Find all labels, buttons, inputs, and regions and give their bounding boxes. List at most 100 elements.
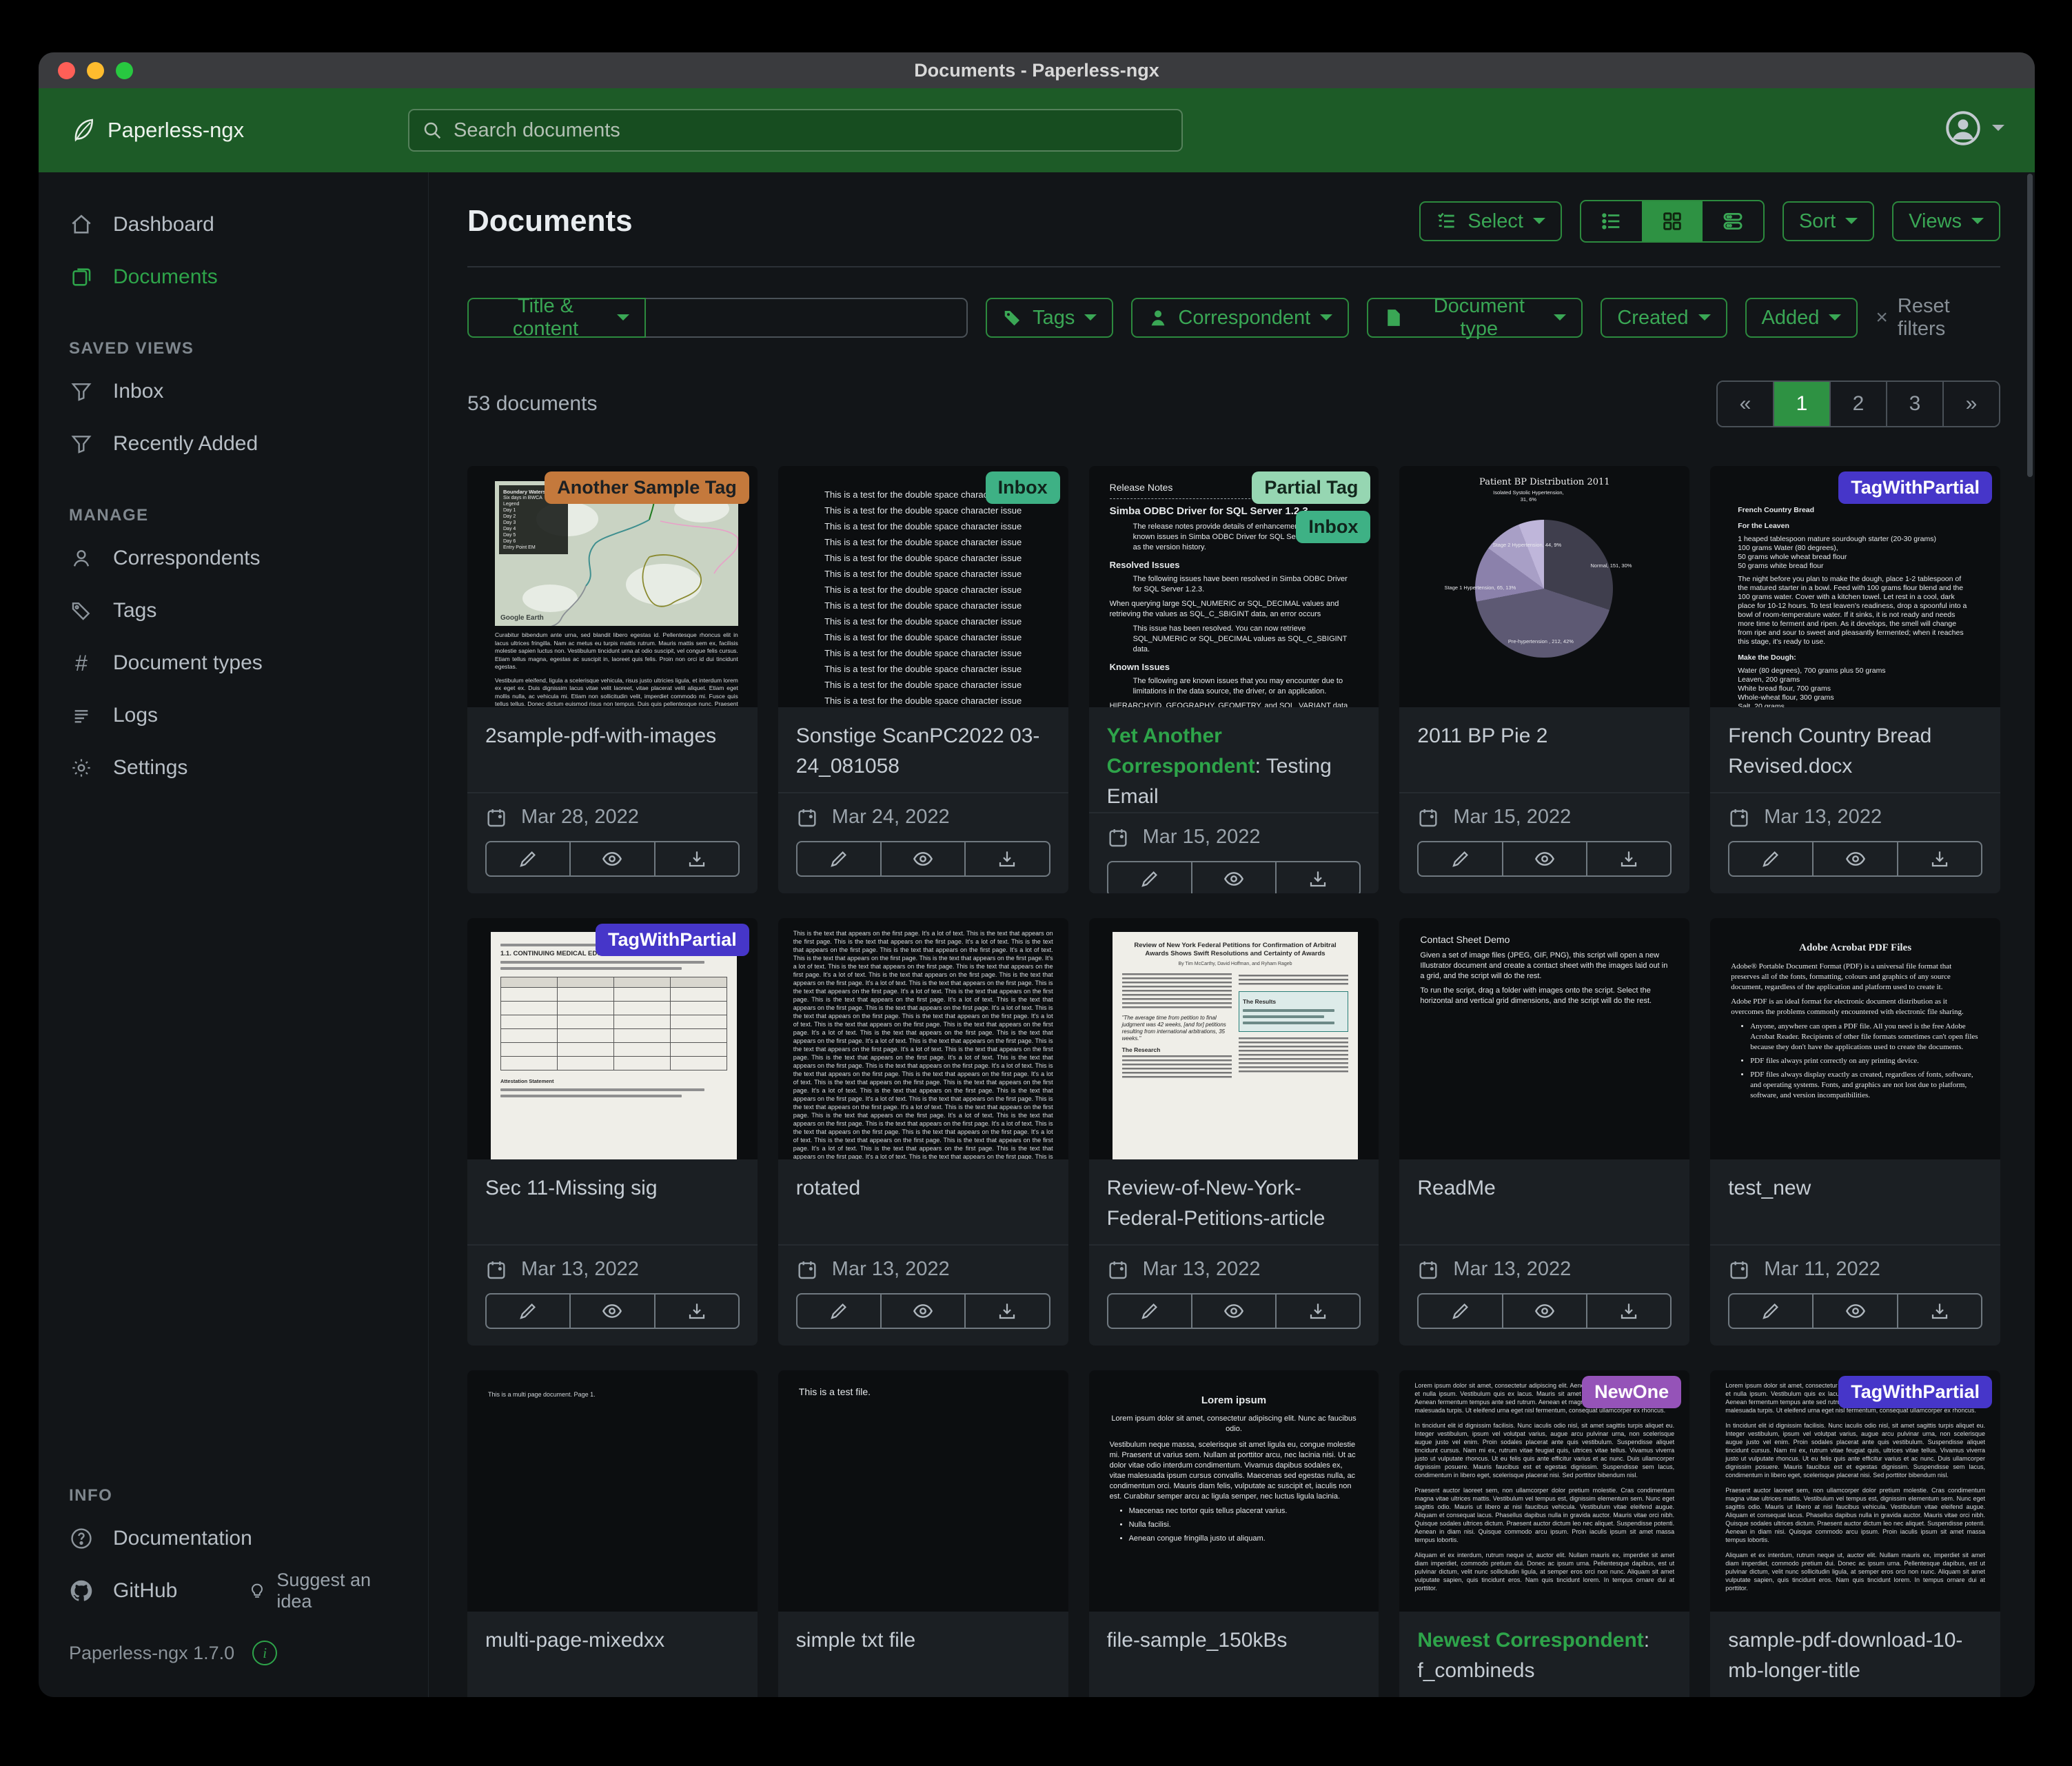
edit-button[interactable] [796,1293,882,1329]
views-button[interactable]: Views [1892,201,2000,241]
edit-button[interactable] [485,1293,571,1329]
download-button[interactable] [654,1293,740,1329]
download-button[interactable] [1897,1293,1982,1329]
sidebar-item-suggest-idea[interactable]: Suggest an idea [247,1570,407,1612]
document-thumbnail[interactable]: Review of New York Federal Petitions for… [1089,918,1379,1159]
list-view-button[interactable] [1581,201,1642,241]
pagination-page-3[interactable]: 3 [1886,382,1942,426]
tag-badge[interactable]: TagWithPartial [1838,1376,1992,1408]
document-title[interactable]: Yet Another Correspondent: Testing Email [1107,721,1361,812]
document-title[interactable]: French Country Bread Revised.docx [1728,721,1982,782]
edit-button[interactable] [1107,861,1192,893]
view-button[interactable] [569,841,655,877]
sidebar-item-correspondents[interactable]: Correspondents [69,532,407,585]
download-button[interactable] [964,1293,1050,1329]
filter-document-type-button[interactable]: Document type [1367,298,1583,338]
sidebar-item-dashboard[interactable]: Dashboard [69,199,407,251]
global-search[interactable] [408,109,1183,152]
view-button[interactable] [880,841,966,877]
edit-button[interactable] [1417,1293,1503,1329]
edit-button[interactable] [1728,841,1814,877]
sort-button[interactable]: Sort [1782,201,1874,241]
tag-badge[interactable]: NewOne [1582,1376,1681,1408]
document-thumbnail[interactable]: This is the text that appears on the fir… [778,918,1068,1159]
edit-button[interactable] [1728,1293,1814,1329]
document-title[interactable]: rotated [796,1173,1050,1204]
document-thumbnail[interactable]: Contact Sheet DemoGiven a set of image f… [1399,918,1689,1159]
scrollbar-thumb[interactable] [2027,174,2033,477]
document-title[interactable]: 2sample-pdf-with-images [485,721,740,751]
sidebar-item-logs[interactable]: Logs [69,689,407,742]
detail-view-button[interactable] [1703,201,1763,241]
document-thumbnail[interactable]: TagWithPartial Lorem ipsum dolor sit ame… [1710,1370,2000,1612]
grid-view-button[interactable] [1642,201,1703,241]
user-avatar[interactable] [1945,110,1981,146]
pagination-prev[interactable]: « [1718,382,1773,426]
tag-badge[interactable]: TagWithPartial [1838,471,1992,504]
document-title[interactable]: file-sample_150kBs [1107,1625,1361,1656]
document-title[interactable]: Review-of-New-York-Federal-Petitions-art… [1107,1173,1361,1234]
info-icon[interactable]: i [252,1641,277,1665]
document-title[interactable]: ReadMe [1417,1173,1672,1204]
tag-badge[interactable]: TagWithPartial [596,924,749,956]
download-button[interactable] [1586,841,1672,877]
document-title[interactable]: Sonstige ScanPC2022 03-24_081058 [796,721,1050,782]
pagination-page-2[interactable]: 2 [1829,382,1886,426]
document-thumbnail[interactable]: Partial TagInbox Release NotesSimba ODBC… [1089,466,1379,707]
view-button[interactable] [880,1293,966,1329]
document-title[interactable]: Sec 11-Missing sig [485,1173,740,1204]
tag-badge[interactable]: Inbox [1296,511,1370,543]
document-thumbnail[interactable]: Patient BP Distribution 2011Normal, 151,… [1399,466,1689,707]
select-button[interactable]: Select [1419,201,1562,241]
pagination-page-1[interactable]: 1 [1773,382,1829,426]
sidebar-item-document-types[interactable]: # Document types [69,637,407,689]
tag-badge[interactable]: Partial Tag [1252,471,1370,504]
download-button[interactable] [1275,861,1361,893]
view-button[interactable] [1502,1293,1587,1329]
document-title[interactable]: multi-page-mixedxx [485,1625,740,1656]
download-button[interactable] [654,841,740,877]
filter-created-button[interactable]: Created [1601,298,1727,338]
tag-badge[interactable]: Another Sample Tag [545,471,749,504]
document-title[interactable]: sample-pdf-download-10-mb-longer-title [1728,1625,1982,1686]
reset-filters-button[interactable]: × Reset filters [1876,295,2000,341]
document-title[interactable]: Newest Correspondent: f_combineds [1417,1625,1672,1686]
document-title[interactable]: 2011 BP Pie 2 [1417,721,1672,751]
document-thumbnail[interactable]: TagWithPartial French Country BreadFor t… [1710,466,2000,707]
edit-button[interactable] [1107,1293,1192,1329]
sidebar-item-tags[interactable]: Tags [69,585,407,637]
filter-field-button[interactable]: Title & content [467,298,646,338]
download-button[interactable] [964,841,1050,877]
edit-button[interactable] [796,841,882,877]
app-logo[interactable]: Paperless-ngx [69,116,244,144]
document-thumbnail[interactable]: Inbox This is a test for the double spac… [778,466,1068,707]
view-button[interactable] [1812,841,1898,877]
document-thumbnail[interactable]: TagWithPartial 1.1. CONTINUING MEDICAL E… [467,918,758,1159]
correspondent-link[interactable]: Newest Correspondent [1417,1629,1643,1652]
filter-query-input[interactable] [646,298,968,338]
edit-button[interactable] [1417,841,1503,877]
document-thumbnail[interactable]: Another Sample Tag Boundary Waters TripS… [467,466,758,707]
document-title[interactable]: simple txt file [796,1625,1050,1656]
pagination-next[interactable]: » [1942,382,1999,426]
view-button[interactable] [569,1293,655,1329]
download-button[interactable] [1897,841,1982,877]
sidebar-item-inbox[interactable]: Inbox [69,365,407,418]
sidebar-item-github[interactable]: GitHub [113,1579,177,1603]
view-button[interactable] [1812,1293,1898,1329]
view-button[interactable] [1191,861,1277,893]
filter-tags-button[interactable]: Tags [986,298,1113,338]
tag-badge[interactable]: Inbox [986,471,1060,504]
filter-correspondent-button[interactable]: Correspondent [1131,298,1349,338]
download-button[interactable] [1275,1293,1361,1329]
correspondent-link[interactable]: Yet Another Correspondent [1107,724,1255,778]
edit-button[interactable] [485,841,571,877]
document-thumbnail[interactable]: Lorem ipsumLorem ipsum dolor sit amet, c… [1089,1370,1379,1612]
view-button[interactable] [1191,1293,1277,1329]
sidebar-item-documentation[interactable]: Documentation [69,1512,407,1565]
sidebar-item-recently-added[interactable]: Recently Added [69,418,407,470]
download-button[interactable] [1586,1293,1672,1329]
view-button[interactable] [1502,841,1587,877]
sidebar-item-documents[interactable]: Documents [69,251,407,303]
document-title[interactable]: test_new [1728,1173,1982,1204]
